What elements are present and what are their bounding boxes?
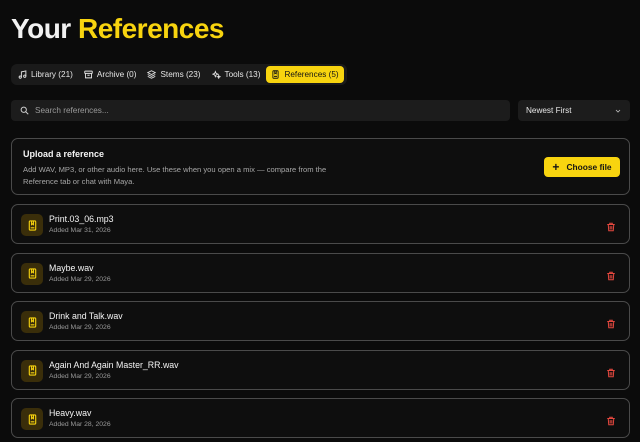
upload-panel: Upload a reference Add WAV, MP3, or othe… <box>11 138 630 195</box>
search-input[interactable] <box>35 106 501 115</box>
search-bar <box>11 100 510 121</box>
list-item[interactable]: Again And Again Master_RR.wav Added Mar … <box>11 349 630 390</box>
page-title-accent: References <box>77 13 224 44</box>
reference-date: Added Mar 29, 2026 <box>49 275 111 283</box>
list-item[interactable]: Drink and Talk.wav Added Mar 29, 2026 <box>11 301 630 341</box>
tab-stems[interactable]: Stems (23) <box>142 66 205 83</box>
reference-file-icon <box>21 311 43 333</box>
tab-tools[interactable]: Tools (13) <box>207 66 266 83</box>
chevron-down-icon <box>615 109 621 113</box>
page-title-prefix: Your <box>11 13 71 44</box>
tab-library[interactable]: Library (21) <box>13 66 78 83</box>
reference-date: Added Mar 28, 2026 <box>49 421 111 428</box>
delete-icon[interactable] <box>606 365 617 377</box>
tab-references[interactable]: References (5) <box>266 66 344 83</box>
reference-file-icon <box>21 408 43 430</box>
bookmark-book-icon <box>272 70 280 79</box>
sort-selected-label: Newest First <box>526 106 572 115</box>
plus-icon: + <box>552 160 560 174</box>
tab-stems-label: Stems (23) <box>160 70 201 79</box>
upload-title: Upload a reference <box>23 149 105 159</box>
reference-date: Added Mar 29, 2026 <box>49 324 111 331</box>
reference-name: Drink and Talk.wav <box>49 311 123 321</box>
reference-date: Added Mar 31, 2026 <box>49 227 111 234</box>
tab-archive[interactable]: Archive (0) <box>79 66 142 83</box>
archive-box-icon <box>84 70 93 79</box>
reference-name: Again And Again Master_RR.wav <box>49 359 179 370</box>
choose-file-button[interactable]: + Choose file <box>544 157 620 177</box>
tab-library-label: Library (21) <box>31 70 73 79</box>
delete-icon[interactable] <box>606 316 617 329</box>
tab-archive-label: Archive (0) <box>96 70 137 79</box>
delete-icon[interactable] <box>606 219 617 232</box>
reference-date: Added Mar 29, 2026 <box>49 372 111 380</box>
tab-bar: Library (21) Archive (0) Stems (23) Tool… <box>11 64 347 85</box>
delete-icon[interactable] <box>606 413 617 426</box>
layers-icon <box>147 70 157 79</box>
reference-file-icon <box>21 359 43 382</box>
reference-file-icon <box>21 214 43 236</box>
list-item[interactable]: Print.03_06.mp3 Added Mar 31, 2026 <box>11 204 630 244</box>
delete-icon[interactable] <box>606 268 617 280</box>
list-item[interactable]: Maybe.wav Added Mar 29, 2026 <box>11 252 630 293</box>
tab-tools-label: Tools (13) <box>224 70 261 79</box>
reference-list: Print.03_06.mp3 Added Mar 31, 2026 Maybe… <box>11 204 630 442</box>
upload-description: Add WAV, MP3, or other audio here. Use t… <box>23 165 327 186</box>
list-item[interactable]: Heavy.wav Added Mar 28, 2026 <box>11 398 630 438</box>
choose-file-label: Choose file <box>566 162 612 172</box>
sparkles-icon <box>211 70 221 79</box>
reference-name: Heavy.wav <box>49 408 92 418</box>
sort-dropdown[interactable]: Newest First <box>518 100 630 121</box>
page-title: Your References <box>11 10 224 48</box>
search-icon <box>20 106 29 115</box>
reference-file-icon <box>21 262 43 285</box>
reference-name: Print.03_06.mp3 <box>49 214 114 224</box>
reference-name: Maybe.wav <box>49 262 94 273</box>
tab-references-label: References (5) <box>284 70 339 79</box>
music-note-icon <box>18 70 27 79</box>
